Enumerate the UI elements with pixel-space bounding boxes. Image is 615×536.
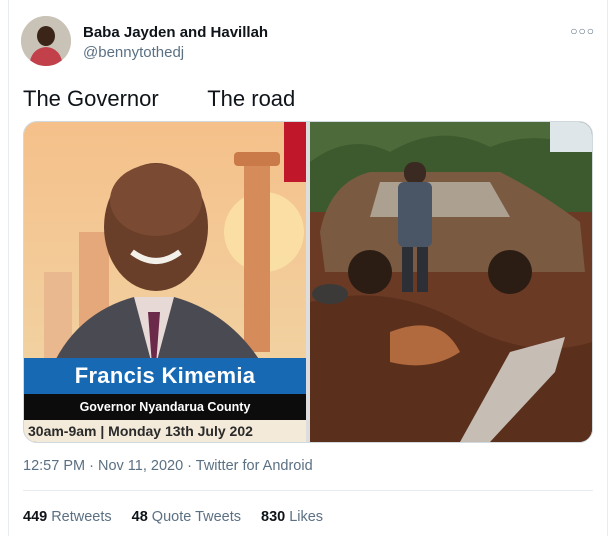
divider xyxy=(23,490,593,491)
quote-tweets-label: Quote Tweets xyxy=(151,509,241,525)
tweet-media[interactable]: Francis Kimemia Governor Nyandarua Count… xyxy=(23,121,593,443)
retweets-stat[interactable]: 449 Retweets xyxy=(23,509,112,525)
likes-stat[interactable]: 830 Likes xyxy=(261,509,323,525)
tweet-card: Baba Jayden and Havillah @bennytothedj ○… xyxy=(8,0,608,536)
tweet-time[interactable]: 12:57 PM xyxy=(23,458,85,474)
retweets-label: Retweets xyxy=(51,509,112,525)
avatar[interactable] xyxy=(21,16,71,66)
title-banner: Governor Nyandarua County xyxy=(24,394,306,420)
tweet-client[interactable]: Twitter for Android xyxy=(196,458,313,474)
author-handle[interactable]: @bennytothedj xyxy=(83,44,184,61)
tweet-stats: 449 Retweets 48 Quote Tweets 830 Likes xyxy=(23,509,323,525)
retweets-count: 449 xyxy=(23,509,48,525)
avatar-image xyxy=(21,16,71,66)
meta-separator: · xyxy=(183,458,196,474)
likes-label: Likes xyxy=(289,509,324,525)
tweet-meta: 12:57 PM · Nov 11, 2020 · Twitter for An… xyxy=(23,458,313,474)
tweet-date[interactable]: Nov 11, 2020 xyxy=(98,458,183,474)
likes-count: 830 xyxy=(261,509,286,525)
muddy-road-photo-image xyxy=(310,122,592,442)
schedule-banner: 30am-9am | Monday 13th July 202 xyxy=(24,420,306,442)
governor-photo[interactable]: Francis Kimemia Governor Nyandarua Count… xyxy=(24,122,306,442)
author-display-name[interactable]: Baba Jayden and Havillah xyxy=(83,24,268,41)
quote-tweets-stat[interactable]: 48 Quote Tweets xyxy=(132,509,241,525)
meta-separator: · xyxy=(85,458,98,474)
more-options-icon[interactable]: ○○○ xyxy=(570,24,595,38)
tweet-text: The Governor The road xyxy=(23,86,296,111)
name-banner: Francis Kimemia xyxy=(24,358,306,394)
muddy-road-photo[interactable] xyxy=(310,122,592,442)
quote-tweets-count: 48 xyxy=(131,509,148,525)
